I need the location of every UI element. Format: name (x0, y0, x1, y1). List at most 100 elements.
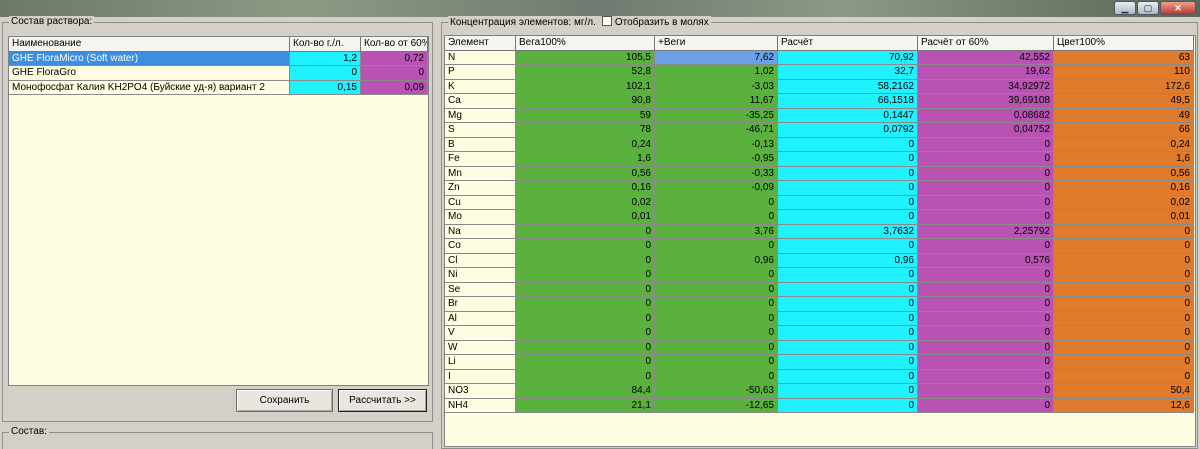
vega-cell[interactable]: 78 (516, 123, 655, 138)
calc60-cell[interactable]: 0 (918, 311, 1054, 326)
concentration-row[interactable]: N 105,5 7,62 70,92 42,552 63 (445, 50, 1195, 65)
calc-cell[interactable]: 70,92 (778, 50, 918, 65)
solution-name-cell[interactable]: Монофосфат Калия KH2PO4 (Буйские уд-я) в… (9, 80, 290, 95)
vega-cell[interactable]: 0,56 (516, 166, 655, 181)
calc60-cell[interactable]: 0,04752 (918, 123, 1054, 138)
close-button[interactable]: ✕ (1160, 1, 1196, 15)
plus-vegi-cell[interactable]: 1,02 (655, 65, 778, 80)
minimize-button[interactable]: ▁ (1114, 1, 1136, 15)
plus-vegi-cell[interactable]: 3,76 (655, 224, 778, 239)
bloom-cell[interactable]: 110 (1054, 65, 1194, 80)
element-cell[interactable]: Mg (445, 108, 516, 123)
plus-vegi-cell[interactable]: 7,62 (655, 50, 778, 65)
vega-cell[interactable]: 0 (516, 355, 655, 370)
vega-cell[interactable]: 21,1 (516, 398, 655, 413)
plus-vegi-cell[interactable]: -3,03 (655, 79, 778, 94)
plus-vegi-cell[interactable]: 0 (655, 355, 778, 370)
column-header-plus-vegi[interactable]: +Веги (655, 36, 778, 51)
calc-cell[interactable]: 0,0792 (778, 123, 918, 138)
bloom-cell[interactable]: 0 (1054, 297, 1194, 312)
bloom-cell[interactable]: 12,6 (1054, 398, 1194, 413)
bloom-cell[interactable]: 0 (1054, 369, 1194, 384)
column-header-name[interactable]: Наименование (9, 37, 290, 52)
plus-vegi-cell[interactable]: 0 (655, 369, 778, 384)
calc60-cell[interactable]: 0 (918, 137, 1054, 152)
calc60-cell[interactable]: 39,69108 (918, 94, 1054, 109)
vega-cell[interactable]: 105,5 (516, 50, 655, 65)
calc-cell[interactable]: 0 (778, 268, 918, 283)
bloom-cell[interactable]: 66 (1054, 123, 1194, 138)
vega-cell[interactable]: 52,8 (516, 65, 655, 80)
element-cell[interactable]: B (445, 137, 516, 152)
element-cell[interactable]: Mn (445, 166, 516, 181)
plus-vegi-cell[interactable]: 0 (655, 326, 778, 341)
vega-cell[interactable]: 0 (516, 340, 655, 355)
calc60-cell[interactable]: 0 (918, 268, 1054, 283)
bloom-cell[interactable]: 0,56 (1054, 166, 1194, 181)
vega-cell[interactable]: 0,02 (516, 195, 655, 210)
solution-qty-cell[interactable]: 1,2 (290, 51, 361, 66)
bloom-cell[interactable]: 0 (1054, 224, 1194, 239)
concentration-row[interactable]: Br 0 0 0 0 0 (445, 297, 1195, 312)
bloom-cell[interactable]: 63 (1054, 50, 1194, 65)
vega-cell[interactable]: 0 (516, 282, 655, 297)
element-cell[interactable]: W (445, 340, 516, 355)
plus-vegi-cell[interactable]: 0 (655, 340, 778, 355)
plus-vegi-cell[interactable]: -0,33 (655, 166, 778, 181)
calc-cell[interactable]: 0 (778, 355, 918, 370)
concentration-table[interactable]: Элемент Вега100% +Веги Расчёт Расчёт от … (444, 35, 1196, 447)
calc-cell[interactable]: 0 (778, 210, 918, 225)
solution-name-cell[interactable]: GHE FloraMicro (Soft water) (9, 51, 290, 66)
bloom-cell[interactable]: 0,24 (1054, 137, 1194, 152)
calc-cell[interactable]: 0,1447 (778, 108, 918, 123)
bloom-cell[interactable]: 0 (1054, 282, 1194, 297)
solution-qty-cell[interactable]: 0 (290, 66, 361, 81)
plus-vegi-cell[interactable]: 0 (655, 282, 778, 297)
maximize-button[interactable]: ▢ (1137, 1, 1159, 15)
plus-vegi-cell[interactable]: -0,09 (655, 181, 778, 196)
calc60-cell[interactable]: 0 (918, 282, 1054, 297)
concentration-row[interactable]: Mn 0,56 -0,33 0 0 0,56 (445, 166, 1195, 181)
concentration-row[interactable]: Ca 90,8 11,67 66,1518 39,69108 49,5 (445, 94, 1195, 109)
calc60-cell[interactable]: 0,08682 (918, 108, 1054, 123)
solution-qty60-cell[interactable]: 0,09 (361, 80, 428, 95)
bloom-cell[interactable]: 0,01 (1054, 210, 1194, 225)
calc-cell[interactable]: 58,2162 (778, 79, 918, 94)
concentration-row[interactable]: Se 0 0 0 0 0 (445, 282, 1195, 297)
element-cell[interactable]: Cu (445, 195, 516, 210)
concentration-row[interactable]: Al 0 0 0 0 0 (445, 311, 1195, 326)
vega-cell[interactable]: 0,01 (516, 210, 655, 225)
bloom-cell[interactable]: 0 (1054, 268, 1194, 283)
concentration-row[interactable]: K 102,1 -3,03 58,2162 34,92972 172,6 (445, 79, 1195, 94)
calculate-button[interactable]: Рассчитать >> (338, 389, 427, 412)
calc60-cell[interactable]: 0 (918, 210, 1054, 225)
calc-cell[interactable]: 0 (778, 282, 918, 297)
bloom-cell[interactable]: 0 (1054, 340, 1194, 355)
calc-cell[interactable]: 0 (778, 137, 918, 152)
calc-cell[interactable]: 0 (778, 398, 918, 413)
calc-cell[interactable]: 3,7632 (778, 224, 918, 239)
concentration-row[interactable]: Zn 0,16 -0,09 0 0 0,16 (445, 181, 1195, 196)
column-header-qty60[interactable]: Кол-во от 60% (361, 37, 428, 52)
element-cell[interactable]: Se (445, 282, 516, 297)
solution-row[interactable]: GHE FloraMicro (Soft water) 1,2 0,72 (9, 51, 428, 66)
calc-cell[interactable]: 0 (778, 239, 918, 254)
solution-table[interactable]: Наименование Кол-во г./л. Кол-во от 60% … (8, 36, 429, 386)
element-cell[interactable]: Zn (445, 181, 516, 196)
element-cell[interactable]: Al (445, 311, 516, 326)
calc-cell[interactable]: 0 (778, 195, 918, 210)
calc60-cell[interactable]: 0 (918, 152, 1054, 167)
plus-vegi-cell[interactable]: -0,95 (655, 152, 778, 167)
vega-cell[interactable]: 0 (516, 224, 655, 239)
concentration-row[interactable]: Co 0 0 0 0 0 (445, 239, 1195, 254)
bloom-cell[interactable]: 0 (1054, 239, 1194, 254)
calc60-cell[interactable]: 0,576 (918, 253, 1054, 268)
element-cell[interactable]: Li (445, 355, 516, 370)
calc-cell[interactable]: 0 (778, 340, 918, 355)
element-cell[interactable]: Ca (445, 94, 516, 109)
solution-qty60-cell[interactable]: 0 (361, 66, 428, 81)
concentration-row[interactable]: Na 0 3,76 3,7632 2,25792 0 (445, 224, 1195, 239)
element-cell[interactable]: S (445, 123, 516, 138)
vega-cell[interactable]: 0 (516, 268, 655, 283)
column-header-qty[interactable]: Кол-во г./л. (290, 37, 361, 52)
